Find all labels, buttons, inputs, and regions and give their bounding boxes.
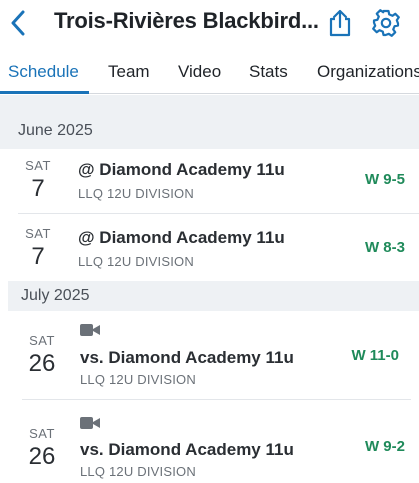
game-row[interactable]: SAT 26 vs. Diamond Academy 11u LLQ 12U D…: [0, 400, 419, 483]
game-day-number: 7: [31, 175, 45, 202]
chevron-left-icon: [11, 10, 25, 36]
game-day-number: 26: [28, 443, 56, 470]
tab-video[interactable]: Video: [178, 62, 221, 82]
game-day-name: SAT: [25, 158, 51, 173]
settings-button[interactable]: [372, 9, 400, 37]
tab-team[interactable]: Team: [108, 62, 150, 82]
page-title: Trois-Rivières Blackbird...: [54, 8, 319, 33]
share-button[interactable]: [327, 9, 353, 37]
game-day-name: SAT: [25, 226, 51, 241]
game-opponent: vs. Diamond Academy 11u: [80, 348, 294, 367]
game-opponent: vs. Diamond Academy 11u: [80, 440, 294, 459]
app-header: Trois-Rivières Blackbird...: [0, 0, 419, 46]
game-result: W 9-5: [364, 171, 405, 188]
game-division: LLQ 12U DIVISION: [80, 464, 196, 479]
game-opponent: @ Diamond Academy 11u: [78, 160, 285, 179]
share-icon: [329, 9, 351, 37]
tab-bar: Schedule Team Video Stats Organizations: [0, 50, 419, 94]
tab-stats[interactable]: Stats: [249, 62, 288, 82]
game-result: W 8-3: [364, 239, 405, 256]
game-row[interactable]: SAT 26 vs. Diamond Academy 11u LLQ 12U D…: [0, 311, 419, 400]
game-result: W 11-0: [351, 347, 399, 364]
game-row[interactable]: SAT 7 @ Diamond Academy 11u LLQ 12U DIVI…: [0, 149, 419, 217]
game-day-name: SAT: [29, 333, 55, 348]
video-camera-icon: [80, 324, 100, 336]
game-division: LLQ 12U DIVISION: [80, 372, 196, 387]
gear-icon: [372, 9, 400, 37]
game-row[interactable]: SAT 7 @ Diamond Academy 11u LLQ 12U DIVI…: [0, 217, 419, 281]
back-button[interactable]: [6, 9, 30, 37]
game-division: LLQ 12U DIVISION: [78, 186, 194, 201]
game-result: W 9-2: [364, 438, 405, 455]
game-division: LLQ 12U DIVISION: [78, 254, 194, 269]
section-header-june: June 2025: [0, 95, 419, 149]
row-divider: [18, 213, 419, 214]
active-tab-indicator: [0, 91, 89, 94]
game-day-name: SAT: [29, 426, 55, 441]
game-day-number: 7: [31, 243, 45, 270]
section-header-july: July 2025: [8, 281, 419, 311]
game-opponent: @ Diamond Academy 11u: [78, 228, 285, 247]
video-camera-icon: [80, 417, 100, 429]
game-day-number: 26: [28, 350, 56, 377]
tab-schedule[interactable]: Schedule: [8, 62, 79, 82]
tab-organizations[interactable]: Organizations: [317, 62, 419, 82]
